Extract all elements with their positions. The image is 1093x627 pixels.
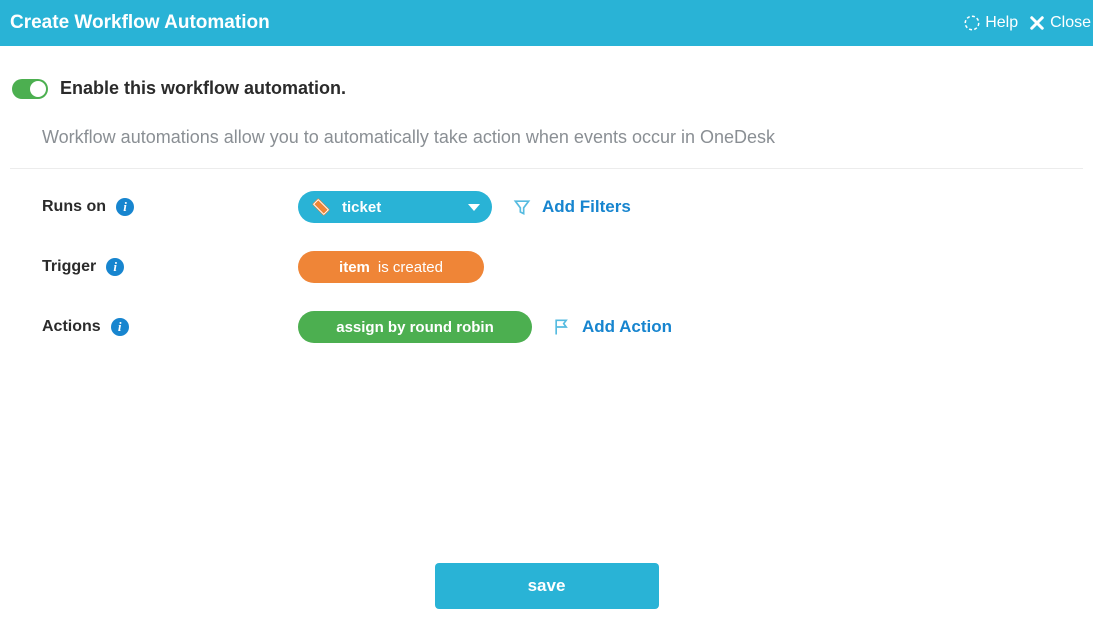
help-button[interactable]: Help bbox=[963, 14, 1018, 32]
info-icon[interactable]: i bbox=[116, 198, 134, 216]
dialog-content: Enable this workflow automation. Workflo… bbox=[0, 46, 1093, 343]
ticket-icon bbox=[310, 196, 332, 218]
config-rows: Runs on i ticket Add Filters bbox=[18, 191, 1075, 343]
dialog-title: Create Workflow Automation bbox=[10, 12, 270, 34]
info-icon[interactable]: i bbox=[111, 318, 129, 336]
filter-icon bbox=[512, 197, 532, 217]
runs-on-controls: ticket Add Filters bbox=[298, 191, 631, 223]
save-button[interactable]: save bbox=[435, 563, 659, 609]
trigger-row: Trigger i item is created bbox=[42, 251, 1075, 283]
header-actions: Help Close bbox=[963, 14, 1093, 32]
enable-row: Enable this workflow automation. bbox=[12, 78, 1075, 99]
enable-label: Enable this workflow automation. bbox=[60, 78, 346, 99]
divider bbox=[10, 168, 1083, 169]
add-action-button[interactable]: Add Action bbox=[552, 317, 672, 337]
help-icon bbox=[963, 14, 981, 32]
toggle-knob bbox=[30, 81, 46, 97]
trigger-verb: is created bbox=[378, 259, 443, 276]
action-pill[interactable]: assign by round robin bbox=[298, 311, 532, 343]
help-label: Help bbox=[985, 14, 1018, 32]
trigger-controls: item is created bbox=[298, 251, 484, 283]
close-icon bbox=[1028, 14, 1046, 32]
description-text: Workflow automations allow you to automa… bbox=[18, 127, 1075, 168]
actions-controls: assign by round robin Add Action bbox=[298, 311, 672, 343]
enable-toggle[interactable] bbox=[12, 79, 48, 99]
actions-label: Actions bbox=[42, 318, 101, 336]
footer: save bbox=[0, 563, 1093, 609]
flag-icon bbox=[552, 317, 572, 337]
close-label: Close bbox=[1050, 14, 1091, 32]
runs-on-row: Runs on i ticket Add Filters bbox=[42, 191, 1075, 223]
trigger-pill[interactable]: item is created bbox=[298, 251, 484, 283]
actions-label-wrap: Actions i bbox=[42, 318, 298, 336]
info-icon[interactable]: i bbox=[106, 258, 124, 276]
runs-on-value: ticket bbox=[342, 199, 381, 216]
trigger-subject: item bbox=[339, 259, 370, 276]
runs-on-label: Runs on bbox=[42, 198, 106, 216]
runs-on-label-wrap: Runs on i bbox=[42, 198, 298, 216]
close-button[interactable]: Close bbox=[1028, 14, 1091, 32]
add-filters-button[interactable]: Add Filters bbox=[512, 197, 631, 217]
runs-on-select[interactable]: ticket bbox=[298, 191, 492, 223]
trigger-label-wrap: Trigger i bbox=[42, 258, 298, 276]
actions-row: Actions i assign by round robin Add Acti… bbox=[42, 311, 1075, 343]
chevron-down-icon bbox=[468, 204, 480, 211]
dialog-header: Create Workflow Automation Help Close bbox=[0, 0, 1093, 46]
add-filters-label: Add Filters bbox=[542, 197, 631, 217]
add-action-label: Add Action bbox=[582, 317, 672, 337]
trigger-label: Trigger bbox=[42, 258, 96, 276]
action-text: assign by round robin bbox=[336, 319, 494, 336]
